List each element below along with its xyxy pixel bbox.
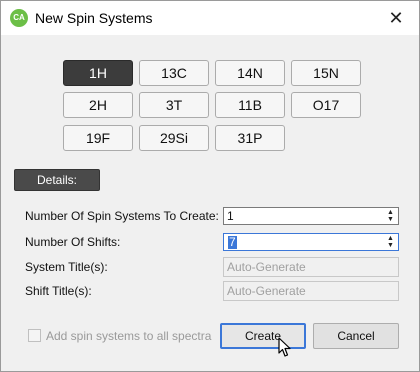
nucleus-button-31p[interactable]: 31P xyxy=(215,125,285,151)
nucleus-button-14n[interactable]: 14N xyxy=(215,60,285,86)
cancel-button[interactable]: Cancel xyxy=(313,323,399,349)
num-spin-systems-input[interactable] xyxy=(227,209,377,223)
spinner-arrows: ▲ ▼ xyxy=(384,235,397,249)
up-arrow-icon[interactable]: ▲ xyxy=(384,209,397,216)
num-shifts-spinner[interactable]: 7 ▲ ▼ xyxy=(223,233,399,251)
new-spin-systems-dialog: CA New Spin Systems ✕ 1H 13C 14N 15N 2H 3T 11B… xyxy=(0,0,420,372)
nucleus-button-2h[interactable]: 2H xyxy=(63,92,133,118)
title-bar: CA New Spin Systems ✕ xyxy=(1,1,419,35)
spinner-arrows: ▲ ▼ xyxy=(384,209,397,223)
close-button[interactable]: ✕ xyxy=(373,1,419,35)
num-spin-systems-spinner[interactable]: ▲ ▼ xyxy=(223,207,399,225)
system-titles-input[interactable] xyxy=(227,259,395,275)
app-icon: CA xyxy=(10,9,28,27)
down-arrow-icon[interactable]: ▼ xyxy=(384,242,397,249)
nucleus-button-19f[interactable]: 19F xyxy=(63,125,133,151)
num-shifts-label: Number Of Shifts: xyxy=(25,235,121,249)
up-arrow-icon[interactable]: ▲ xyxy=(384,235,397,242)
system-titles-field[interactable] xyxy=(223,257,399,277)
details-toggle-button[interactable]: Details: xyxy=(14,169,100,191)
close-icon: ✕ xyxy=(388,8,404,28)
num-spin-systems-label: Number Of Spin Systems To Create: xyxy=(25,209,219,223)
window-title: New Spin Systems xyxy=(35,10,153,26)
nucleus-button-29si[interactable]: 29Si xyxy=(139,125,209,151)
nucleus-button-3t[interactable]: 3T xyxy=(139,92,209,118)
shift-titles-label: Shift Title(s): xyxy=(25,284,92,298)
add-to-all-spectra-label: Add spin systems to all spectra xyxy=(46,329,212,343)
shift-titles-field[interactable] xyxy=(223,281,399,301)
create-button[interactable]: Create xyxy=(220,323,306,349)
nucleus-button-11b[interactable]: 11B xyxy=(215,92,285,118)
num-shifts-input[interactable]: 7 xyxy=(228,236,237,249)
shift-titles-input[interactable] xyxy=(227,283,395,299)
nucleus-button-1h[interactable]: 1H xyxy=(63,60,133,86)
nucleus-button-o17[interactable]: O17 xyxy=(291,92,361,118)
nucleus-button-13c[interactable]: 13C xyxy=(139,60,209,86)
add-to-all-spectra-checkbox[interactable] xyxy=(28,329,41,342)
nucleus-button-15n[interactable]: 15N xyxy=(291,60,361,86)
system-titles-label: System Title(s): xyxy=(25,260,108,274)
down-arrow-icon[interactable]: ▼ xyxy=(384,216,397,223)
